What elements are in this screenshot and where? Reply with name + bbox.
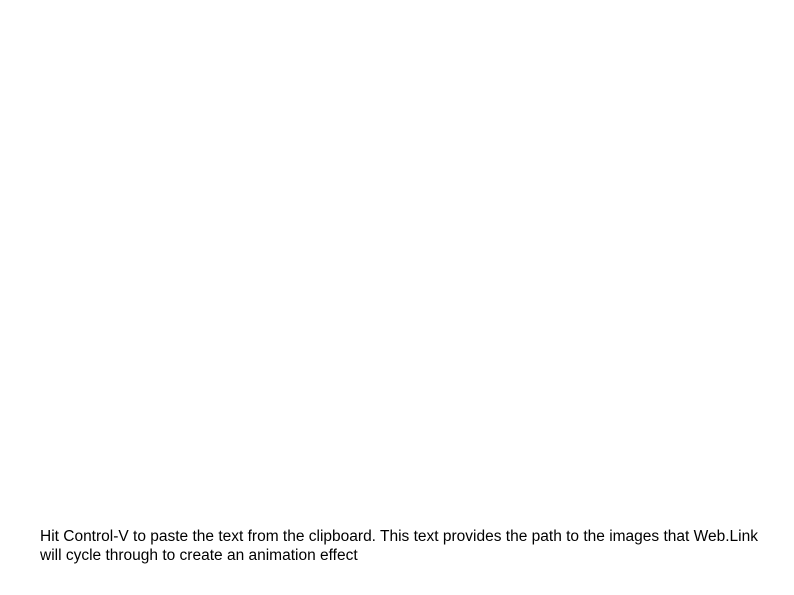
instruction-text: Hit Control-V to paste the text from the… — [40, 528, 760, 565]
